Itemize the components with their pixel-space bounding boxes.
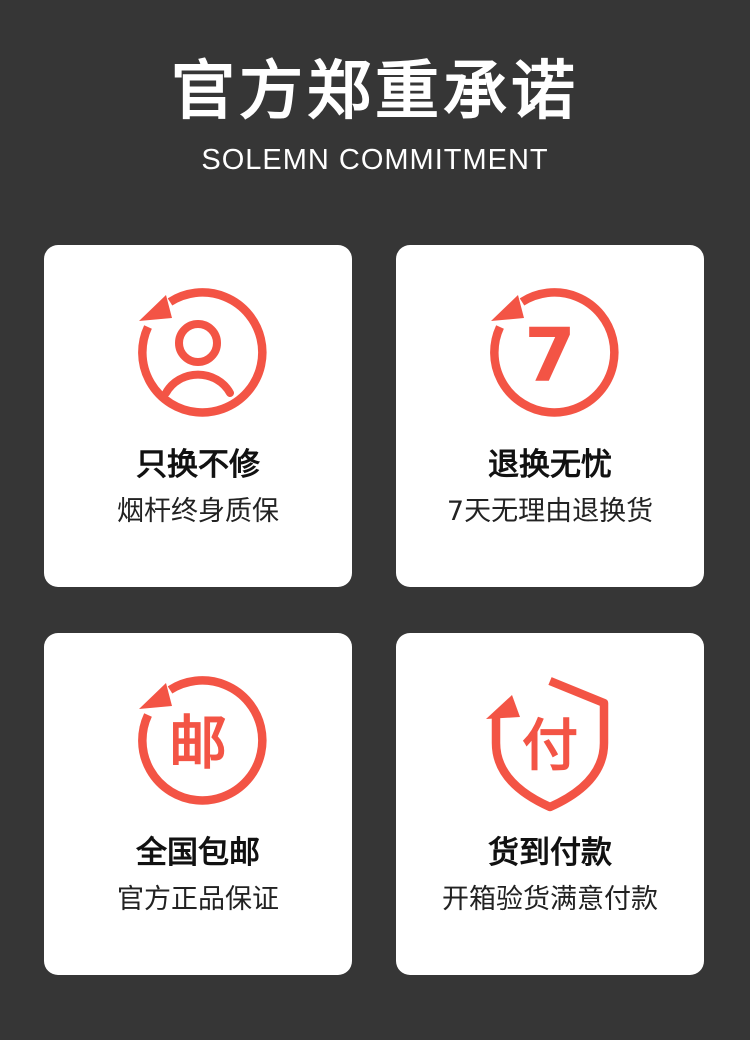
page-subtitle: SOLEMN COMMITMENT <box>201 144 549 176</box>
card-worry-free-return: 7 退换无忧 7天无理由退换货 <box>396 245 704 587</box>
mail-icon: 邮 <box>128 673 268 813</box>
shield-icon: 付 <box>480 673 620 813</box>
card-description: 官方正品保证 <box>117 884 279 915</box>
card-description: 烟杆终身质保 <box>117 496 279 527</box>
card-title: 只换不修 <box>136 447 260 483</box>
card-lifetime-warranty: 只换不修 烟杆终身质保 <box>44 245 352 587</box>
card-title: 货到付款 <box>488 835 612 871</box>
card-free-shipping: 邮 全国包邮 官方正品保证 <box>44 633 352 975</box>
seven-icon: 7 <box>480 285 620 425</box>
card-title: 全国包邮 <box>136 835 260 871</box>
page-title: 官方郑重承诺 <box>171 55 579 129</box>
seven-glyph: 7 <box>524 313 576 399</box>
user-icon <box>128 285 268 425</box>
card-cash-on-delivery: 付 货到付款 开箱验货满意付款 <box>396 633 704 975</box>
mail-glyph: 邮 <box>169 709 227 777</box>
card-title: 退换无忧 <box>488 447 612 483</box>
card-description: 开箱验货满意付款 <box>442 884 658 915</box>
card-description: 7天无理由退换货 <box>446 496 654 527</box>
pay-glyph: 付 <box>522 714 578 779</box>
